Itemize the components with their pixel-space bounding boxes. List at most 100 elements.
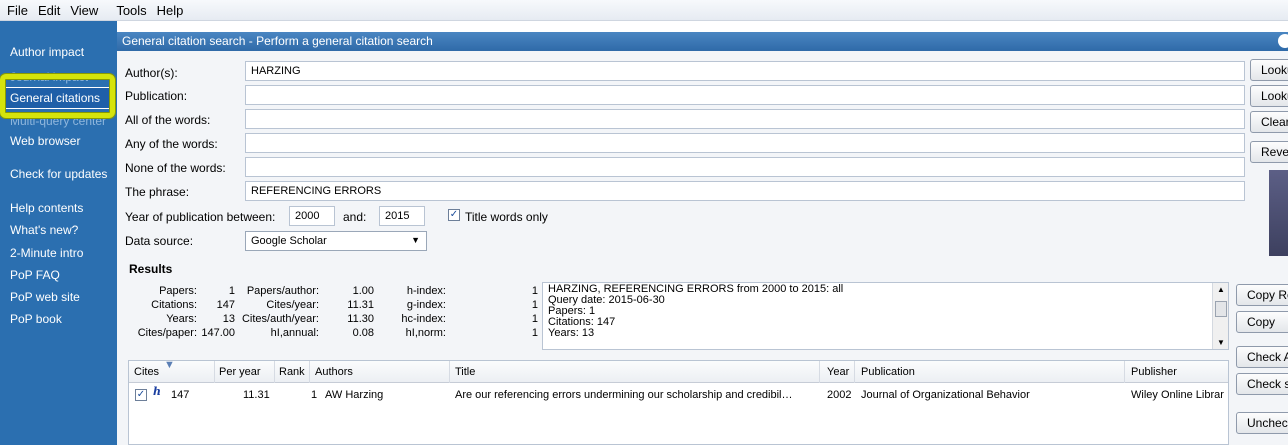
sidebar-item-web-browser[interactable]: Web browser	[10, 134, 80, 148]
summary-line: Years: 13	[548, 327, 595, 339]
year-to-input[interactable]: 2015	[379, 206, 425, 226]
authors-label: Author(s):	[125, 66, 178, 80]
title-words-checkbox[interactable]: ✓	[448, 209, 460, 221]
g-index-label: g-index:	[406, 299, 446, 311]
cites-paper-value: 147.00	[201, 327, 235, 339]
column-publication[interactable]: Publication	[861, 366, 915, 378]
scroll-down-icon[interactable]: ▼	[1217, 337, 1225, 348]
row-checkbox[interactable]: ✓	[135, 389, 147, 401]
any-words-input[interactable]	[245, 133, 1245, 153]
hi-norm-value: 1	[531, 327, 538, 339]
panel-header: General citation search - Perform a gene…	[117, 32, 1288, 51]
summary-line: Papers: 1	[548, 305, 596, 317]
cell-title: Are our referencing errors undermining o…	[455, 389, 793, 401]
cell-publisher: Wiley Online Librar	[1131, 389, 1224, 401]
title-words-label: Title words only	[465, 210, 548, 224]
any-words-label: Any of the words:	[125, 137, 218, 151]
g-index-value: 1	[531, 299, 538, 311]
phrase-label: The phrase:	[125, 185, 190, 199]
summary-line: Citations: 147	[548, 316, 616, 328]
menu-view[interactable]: View	[65, 3, 103, 18]
revert-button[interactable]: Revert	[1250, 141, 1288, 163]
highlight-annotation	[0, 74, 115, 118]
none-words-input[interactable]	[245, 157, 1245, 177]
sidebar-item-whats-new[interactable]: What's new?	[10, 223, 78, 237]
data-source-value: Google Scholar	[251, 235, 327, 247]
book-cover-thumbnail	[1269, 170, 1288, 256]
results-summary-box[interactable]: HARZING, REFERENCING ERRORS from 2000 to…	[542, 282, 1229, 350]
copy-button[interactable]: Copy	[1236, 311, 1288, 333]
sidebar-item-web-site[interactable]: PoP web site	[10, 290, 80, 304]
uncheck-button[interactable]: Uncheck	[1236, 412, 1288, 434]
and-label: and:	[343, 210, 367, 224]
copy-results-button[interactable]: Copy Results	[1236, 284, 1288, 306]
summary-scrollbar[interactable]: ▲ ▼	[1212, 283, 1228, 349]
h-index-value: 1	[531, 285, 538, 297]
hi-annual-label: hI,annual:	[270, 327, 319, 339]
publication-input[interactable]	[245, 85, 1245, 105]
check-selected-button[interactable]: Check selected	[1236, 373, 1288, 395]
all-words-label: All of the words:	[125, 113, 211, 127]
phrase-input[interactable]: REFERENCING ERRORS	[245, 181, 1245, 201]
menu-bar: File Edit View Tools Help	[0, 0, 1288, 21]
publication-label: Publication:	[125, 89, 188, 103]
cell-year: 2002	[827, 389, 852, 401]
results-table: ▼ Cites Per year Rank Authors Title Year…	[128, 360, 1229, 445]
authors-input[interactable]: HARZING	[245, 61, 1245, 81]
cell-authors: AW Harzing	[325, 389, 384, 401]
cell-per-year: 11.31	[243, 389, 270, 401]
lookup-direct-button[interactable]: Lookup Direct	[1250, 85, 1288, 107]
h-index-label: h-index:	[406, 285, 446, 297]
years-value: 13	[222, 313, 235, 325]
results-title: Results	[129, 262, 173, 276]
all-words-input[interactable]	[245, 109, 1245, 129]
menu-edit[interactable]: Edit	[33, 3, 65, 18]
help-icon[interactable]	[1278, 34, 1288, 48]
year-label: Year of publication between:	[125, 210, 276, 224]
chevron-down-icon: ▼	[411, 235, 420, 245]
cell-publication: Journal of Organizational Behavior	[861, 389, 1030, 401]
column-authors[interactable]: Authors	[315, 366, 353, 378]
sort-indicator-icon: ▼	[164, 360, 175, 371]
papers-author-value: 1.00	[352, 285, 374, 297]
cell-cites: 147	[171, 389, 190, 401]
table-header: ▼ Cites Per year Rank Authors Title Year…	[129, 360, 1228, 383]
hi-annual-value: 0.08	[352, 327, 374, 339]
cites-paper-label: Cites/paper:	[137, 327, 197, 339]
table-row[interactable]: ✓ h 147 11.31 1 AW Harzing Are our refer…	[129, 384, 1228, 408]
citations-label: Citations:	[151, 299, 197, 311]
h-index-icon: h	[153, 385, 161, 398]
cites-year-value: 11.31	[347, 299, 374, 311]
column-per-year[interactable]: Per year	[219, 366, 261, 378]
cites-auth-year-label: Cites/auth/year:	[241, 313, 319, 325]
menu-help[interactable]: Help	[152, 3, 189, 18]
column-cites[interactable]: Cites	[134, 366, 159, 378]
sidebar-item-help-contents[interactable]: Help contents	[10, 201, 83, 215]
column-title[interactable]: Title	[455, 366, 475, 378]
scroll-up-icon[interactable]: ▲	[1217, 284, 1225, 295]
cell-rank: 1	[311, 389, 318, 401]
year-from-input[interactable]: 2000	[289, 206, 335, 226]
clear-all-button[interactable]: Clear All	[1250, 111, 1288, 133]
lookup-button[interactable]: Lookup	[1250, 59, 1288, 81]
metrics-panel: Papers: Citations: Years: Cites/paper: 1…	[117, 283, 562, 349]
sidebar-item-author-impact[interactable]: Author impact	[10, 45, 84, 59]
hi-norm-label: hI,norm:	[405, 327, 446, 339]
column-publisher[interactable]: Publisher	[1131, 366, 1177, 378]
sidebar-item-intro[interactable]: 2-Minute intro	[10, 246, 83, 260]
papers-author-label: Papers/author:	[246, 285, 319, 297]
column-rank[interactable]: Rank	[279, 366, 305, 378]
sidebar-item-faq[interactable]: PoP FAQ	[10, 268, 60, 282]
data-source-select[interactable]: Google Scholar ▼	[245, 231, 427, 251]
citations-value: 147	[216, 299, 235, 311]
summary-line: Query date: 2015-06-30	[548, 294, 665, 306]
menu-file[interactable]: File	[2, 3, 33, 18]
hc-index-label: hc-index:	[401, 313, 446, 325]
check-all-button[interactable]: Check All	[1236, 346, 1288, 368]
sidebar-item-book[interactable]: PoP book	[10, 312, 62, 326]
column-year[interactable]: Year	[827, 366, 849, 378]
menu-tools[interactable]: Tools	[111, 3, 151, 18]
sidebar-item-check-updates[interactable]: Check for updates	[10, 167, 107, 181]
years-label: Years:	[166, 313, 197, 325]
scroll-thumb[interactable]	[1215, 301, 1227, 317]
